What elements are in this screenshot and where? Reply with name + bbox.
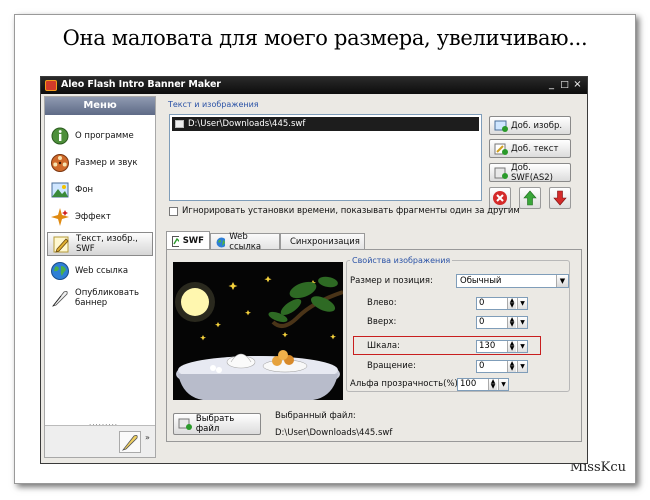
chevron-down-icon[interactable]: ▼ [498,379,508,390]
add-image-icon [494,120,508,132]
caption-text: Она маловата для моего размера, увеличив… [62,26,588,50]
sidebar-menu: Меню О программе Размер и звук Фон Эффек… [44,96,156,458]
spin-updown-icon[interactable]: ▲ ▼ [507,361,516,372]
minimize-button[interactable]: _ [546,80,557,91]
chevron-down-icon[interactable]: ▼ [517,298,527,309]
picture-icon [49,179,71,201]
image-properties-legend: Свойства изображения [350,256,453,265]
list-item[interactable]: D:\User\Downloads\445.swf [172,117,479,131]
file-list[interactable]: D:\User\Downloads\445.swf [169,114,482,201]
sidebar-header: Меню [45,97,155,115]
rotate-label: Вращение: [367,361,416,371]
move-up-button[interactable] [519,187,541,209]
tab-sync[interactable]: Синхронизация [280,233,365,250]
chevron-down-icon[interactable]: ▼ [556,275,568,287]
sidebar-item-label: Фон [75,185,94,195]
sidebar-item-label: Текст, изобр., SWF [76,234,138,254]
sidebar-bottom-bar: ......... » [45,419,155,457]
up-value: 0 [479,317,485,327]
quill-icon[interactable] [119,431,141,453]
sidebar-item-about[interactable]: О программе [47,124,153,148]
sidebar-item-label: О программе [75,131,134,141]
size-position-select[interactable]: Обычный ▼ [456,274,569,288]
image-properties-group: Свойства изображения Размер и позиция: О… [346,256,570,392]
left-value: 0 [479,298,485,308]
spin-updown-icon[interactable]: ▲ ▼ [507,317,516,328]
tab-swf[interactable]: SWF [166,231,210,250]
close-button[interactable]: × [572,80,583,91]
checkbox-box[interactable] [169,206,178,216]
scale-highlight-box [353,336,541,355]
rotate-value: 0 [479,361,485,371]
arrow-up-icon [523,190,537,206]
add-image-label: Доб. изобр. [511,120,563,131]
add-swf-icon [494,167,508,179]
quill-icon [49,287,71,309]
swf-icon [172,235,179,247]
select-file-label: Выбрать файл [195,414,235,434]
file-path: D:\User\Downloads\445.swf [188,119,306,129]
delete-icon [493,191,507,205]
app-logo-icon [45,80,57,91]
ignore-timing-label: Игнорировать установки времени, показыва… [182,206,520,216]
add-swf-label: Доб. SWF(AS2) [511,162,553,183]
alpha-input[interactable]: 100 ▲ ▼ ▼ [457,378,509,391]
resize-grip[interactable]: ......... [89,419,118,427]
left-input[interactable]: 0 ▲ ▼ ▼ [476,297,528,310]
more-chevron-icon[interactable]: » [145,433,150,442]
up-label: Вверх: [367,317,397,327]
swf-preview [173,262,344,400]
alpha-label: Альфа прозрачность(%): [350,379,461,389]
chevron-down-icon[interactable]: ▼ [517,317,527,328]
pencil-icon [50,233,72,255]
spin-updown-icon[interactable]: ▲ ▼ [488,379,497,390]
move-down-button[interactable] [549,187,571,209]
tab-web-link[interactable]: Web ссылка [210,232,280,252]
add-text-label: Доб. текст [511,143,559,154]
rotate-input[interactable]: 0 ▲ ▼ ▼ [476,360,528,373]
arrow-down-icon [553,190,567,206]
window-title: Aleo Flash Intro Banner Maker [61,79,221,90]
add-text-button[interactable]: Доб. текст [489,139,571,158]
file-icon [175,120,184,128]
sidebar-item-size-sound[interactable]: Размер и звук [47,151,153,175]
sidebar-item-label: Размер и звук [75,158,138,168]
swf-tab-panel: Свойства изображения Размер и позиция: О… [166,249,582,442]
sidebar-item-background[interactable]: Фон [47,178,153,202]
sidebar-item-label: Web ссылка [75,266,129,276]
info-icon [49,125,71,147]
add-swf-button[interactable]: Доб. SWF(AS2) [489,162,571,183]
film-reel-icon [49,152,71,174]
ignore-timing-checkbox[interactable]: Игнорировать установки времени, показыва… [169,206,520,216]
sidebar-item-effect[interactable]: Эффект [47,205,153,229]
selected-file-label: Выбранный файл: [275,411,356,421]
maximize-button[interactable]: □ [559,80,570,91]
left-label: Влево: [367,298,397,308]
sidebar-item-publish[interactable]: Опубликовать баннер [47,286,153,310]
up-input[interactable]: 0 ▲ ▼ ▼ [476,316,528,329]
sidebar-item-label: Эффект [75,212,111,222]
sparkle-icon [49,206,71,228]
size-position-value: Обычный [460,276,502,286]
app-window: Aleo Flash Intro Banner Maker _ □ × Меню… [40,76,588,464]
add-image-button[interactable]: Доб. изобр. [489,116,571,135]
sidebar-item-web-link[interactable]: Web ссылка [47,259,153,283]
tab-label: SWF [182,236,204,246]
chevron-down-icon[interactable]: ▼ [517,361,527,372]
selected-file-path: D:\User\Downloads\445.swf [275,428,393,438]
add-file-icon [178,418,192,430]
add-text-icon [494,143,508,155]
title-bar[interactable]: Aleo Flash Intro Banner Maker _ □ × [41,77,587,94]
tab-label: Синхронизация [290,237,360,247]
sidebar-item-text-image-swf[interactable]: Текст, изобр., SWF [47,232,153,256]
alpha-value: 100 [460,379,477,389]
select-file-button[interactable]: Выбрать файл [173,413,261,435]
sidebar-item-label: Опубликовать баннер [75,288,139,308]
globe-icon [216,237,226,247]
text-images-group-label: Текст и изображения [168,100,259,109]
globe-icon [49,260,71,282]
spin-updown-icon[interactable]: ▲ ▼ [507,298,516,309]
size-position-label: Размер и позиция: [350,276,433,286]
